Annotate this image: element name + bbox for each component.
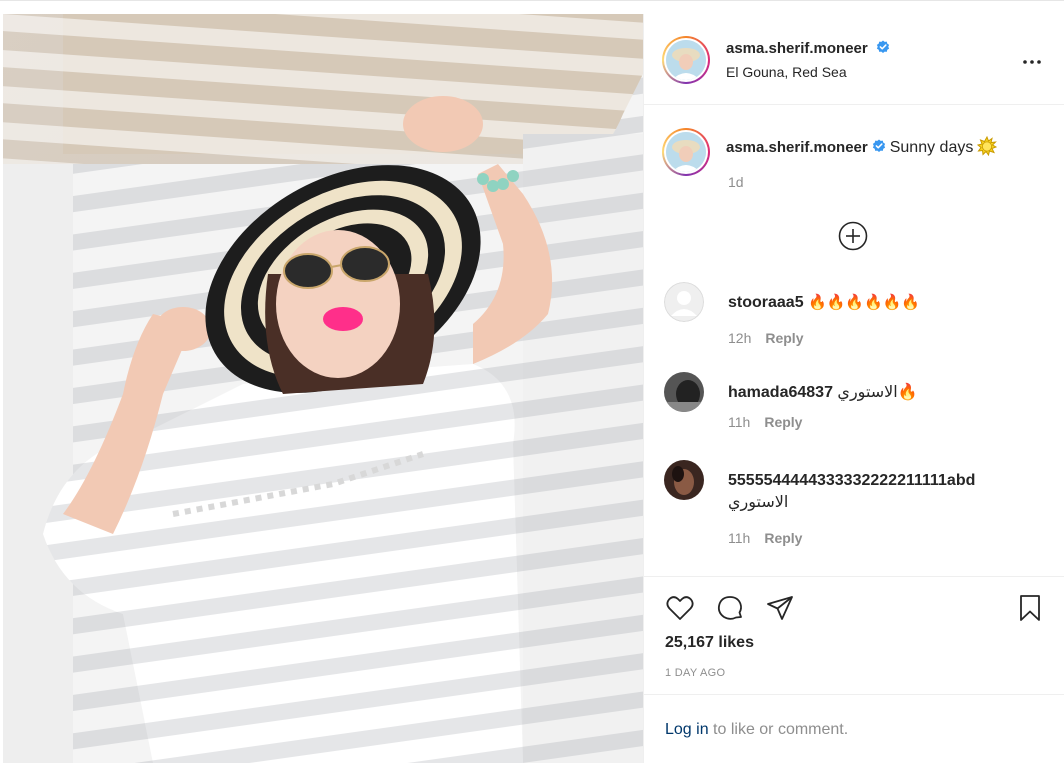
- comment-text: الاستوري: [728, 494, 789, 511]
- reply-button[interactable]: Reply: [764, 530, 802, 546]
- login-prompt-text: Log in to like or comment.: [665, 721, 848, 739]
- verified-badge-icon: [877, 40, 890, 53]
- likes-count[interactable]: 25,167 likes: [665, 634, 754, 652]
- comment-meta: 11h Reply: [728, 414, 802, 430]
- post-location[interactable]: El Gouna, Red Sea: [726, 64, 847, 80]
- comment-body: hamada64837 الاستوري🔥: [728, 382, 1048, 404]
- heart-icon[interactable]: [664, 592, 696, 624]
- caption-author-avatar-image: [666, 132, 706, 172]
- more-options-icon[interactable]: [1020, 50, 1044, 70]
- caption-username[interactable]: asma.sherif.moneer: [726, 139, 868, 156]
- commenter-avatar[interactable]: [664, 282, 704, 322]
- post-details-panel: asma.sherif.moneer El Gouna, Red Sea asm…: [643, 14, 1064, 763]
- comment-username[interactable]: hamada64837: [728, 384, 833, 401]
- post-timestamp: 1 DAY AGO: [665, 667, 726, 679]
- sun-emoji-icon: [977, 136, 998, 156]
- paper-plane-icon[interactable]: [764, 592, 796, 624]
- caption-author-avatar[interactable]: [662, 128, 710, 176]
- comment-time: 12h: [728, 330, 752, 346]
- post-caption: asma.sherif.moneer Sunny days: [726, 136, 1046, 157]
- login-rest-text: to like or comment.: [708, 721, 849, 738]
- comment-meta: 11h Reply: [728, 530, 802, 546]
- commenter-avatar[interactable]: [664, 372, 704, 412]
- top-divider: [0, 0, 1064, 1]
- comment-meta: 12h Reply: [728, 330, 803, 346]
- post-header: asma.sherif.moneer El Gouna, Red Sea: [644, 14, 1064, 105]
- commenter-avatar-image: [664, 460, 704, 500]
- verified-badge-icon: [872, 139, 885, 152]
- post-photo-illustration: [3, 14, 643, 763]
- comment-username[interactable]: 5555544444333332222211111abd: [728, 470, 1048, 492]
- login-prompt: Log in to like or comment.: [644, 694, 1064, 763]
- comment-item: 5555544444333332222211111abd الاستوري 11…: [664, 460, 1054, 550]
- comment-item: hamada64837 الاستوري🔥 11h Reply: [664, 372, 1054, 442]
- login-link[interactable]: Log in: [665, 721, 709, 738]
- default-avatar-icon: [664, 282, 704, 322]
- comments-section: asma.sherif.moneer Sunny days 1d stooraa…: [644, 106, 1064, 576]
- commenter-avatar[interactable]: [664, 460, 704, 500]
- comment-item: stooraaa5 🔥🔥🔥🔥🔥🔥 12h Reply: [664, 282, 1054, 352]
- author-avatar[interactable]: [662, 36, 710, 84]
- comment-body: stooraaa5 🔥🔥🔥🔥🔥🔥: [728, 292, 1048, 314]
- comment-icon[interactable]: [714, 592, 746, 624]
- author-username[interactable]: asma.sherif.moneer: [726, 40, 868, 57]
- plus-circle-icon[interactable]: [837, 220, 869, 252]
- comment-text: الاستوري🔥: [837, 384, 918, 401]
- post-photo[interactable]: [3, 14, 643, 763]
- bookmark-icon[interactable]: [1014, 592, 1046, 624]
- author-avatar-image: [666, 40, 706, 80]
- caption-text: Sunny days: [889, 139, 974, 156]
- comment-text: 🔥🔥🔥🔥🔥🔥: [808, 294, 921, 311]
- reply-button[interactable]: Reply: [764, 414, 802, 430]
- comment-time: 11h: [728, 414, 751, 430]
- comment-time: 11h: [728, 530, 751, 546]
- comment-body: 5555544444333332222211111abd الاستوري: [728, 470, 1048, 514]
- caption-timestamp: 1d: [728, 174, 744, 190]
- commenter-avatar-image: [664, 372, 704, 412]
- reply-button[interactable]: Reply: [765, 330, 803, 346]
- comment-username[interactable]: stooraaa5: [728, 294, 804, 311]
- post-actions: 25,167 likes 1 DAY AGO: [644, 576, 1064, 694]
